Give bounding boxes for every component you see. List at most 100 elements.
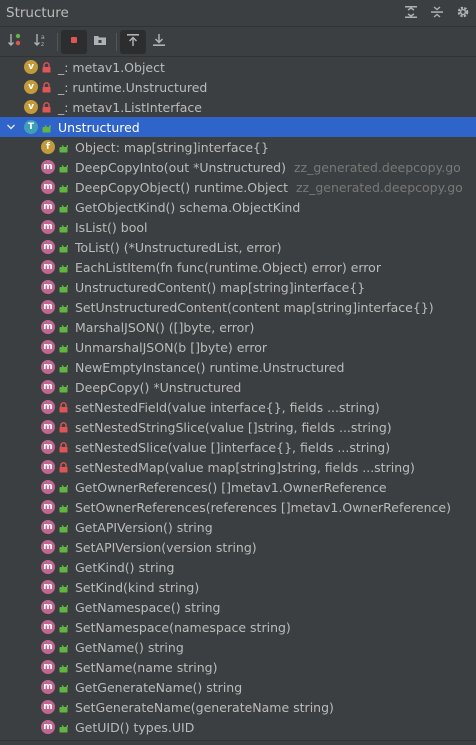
- tree-item-label: SetNamespace(namespace string): [75, 619, 291, 635]
- tree-item[interactable]: v _: metav1.ListInterface: [0, 97, 476, 117]
- tree-item[interactable]: m GetNamespace() string: [0, 597, 476, 617]
- tree-item[interactable]: m DeepCopyObject() runtime.Object zz_gener…: [0, 177, 476, 197]
- tree-item-label: setNestedField(value interface{}, fields…: [75, 399, 380, 415]
- tree-item-label: SetKind(kind string): [75, 579, 200, 595]
- tree-item-location: zz_generated.deepcopy.go: [296, 179, 463, 195]
- tree-item-label: setNestedSlice(value []interface{}, fiel…: [75, 439, 391, 455]
- tree-item-label: setNestedMap(value map[string]string, fi…: [75, 459, 415, 475]
- tree-item[interactable]: m UnmarshalJSON(b []byte) error: [0, 337, 476, 357]
- svg-text:a: a: [41, 34, 45, 41]
- autoscroll-to-source-icon: [125, 32, 141, 51]
- tree-item-label: GetUID() types.UID: [75, 719, 195, 735]
- tree-item[interactable]: m setNestedStringSlice(value []string, fi…: [0, 417, 476, 437]
- collapse-all-icon: [430, 5, 444, 22]
- panel-title: Structure: [6, 5, 69, 21]
- public-unlock-icon: [58, 681, 68, 693]
- public-unlock-icon: [58, 241, 68, 253]
- svg-text:z: z: [41, 41, 44, 48]
- tree-item[interactable]: m SetAPIVersion(version string): [0, 537, 476, 557]
- tree-item[interactable]: m SetUnstructuredContent(content map[stri…: [0, 297, 476, 317]
- public-unlock-icon: [58, 161, 68, 173]
- private-lock-icon: [58, 441, 68, 453]
- tree-item[interactable]: m MarshalJSON() ([]byte, error): [0, 317, 476, 337]
- tree-item[interactable]: m GetName() string: [0, 637, 476, 657]
- tree-item[interactable]: v _: runtime.Unstructured: [0, 77, 476, 97]
- tree-item[interactable]: f Object: map[string]interface{}: [0, 137, 476, 157]
- tree-item-label: EachListItem(fn func(runtime.Object) err…: [75, 259, 381, 275]
- tree-item[interactable]: m UnstructuredContent() map[string]interf…: [0, 277, 476, 297]
- tree-item-label: SetAPIVersion(version string): [75, 539, 257, 555]
- private-lock-icon: [58, 461, 68, 473]
- method-icon: m: [41, 440, 55, 454]
- tree-item[interactable]: m SetName(name string): [0, 657, 476, 677]
- method-icon: m: [41, 280, 55, 294]
- method-icon: m: [41, 620, 55, 634]
- tree-item[interactable]: m GetGenerateName() string: [0, 677, 476, 697]
- tree-item[interactable]: m SetOwnerReferences(references []metav1.…: [0, 497, 476, 517]
- tree-item-label: _: metav1.ListInterface: [58, 99, 203, 115]
- autoscroll-to-source-toggle[interactable]: [120, 29, 146, 54]
- show-inherited-toggle[interactable]: [87, 30, 113, 54]
- method-icon: m: [41, 220, 55, 234]
- tree-item[interactable]: m setNestedSlice(value []interface{}, fie…: [0, 437, 476, 457]
- method-icon: m: [41, 540, 55, 554]
- method-icon: m: [41, 460, 55, 474]
- structure-panel-header: Structure: [0, 0, 476, 27]
- tree-item[interactable]: m SetGenerateName(generateName string): [0, 697, 476, 717]
- tree-item[interactable]: m IsList() bool: [0, 217, 476, 237]
- tree-item-label: GetNamespace() string: [75, 599, 221, 615]
- public-unlock-icon: [58, 321, 68, 333]
- tree-item[interactable]: m SetKind(kind string): [0, 577, 476, 597]
- public-unlock-icon: [58, 701, 68, 713]
- public-unlock-icon: [58, 721, 68, 733]
- autoscroll-from-source-toggle[interactable]: [146, 30, 172, 54]
- tree-item[interactable]: m GetOwnerReferences() []metav1.OwnerRefe…: [0, 477, 476, 497]
- show-fields-icon: [66, 32, 82, 51]
- tree-item[interactable]: m NewEmptyInstance() runtime.Unstructured: [0, 357, 476, 377]
- collapse-all-button[interactable]: [424, 0, 450, 27]
- tree-item[interactable]: m GetAPIVersion() string: [0, 517, 476, 537]
- sort-by-visibility-toggle[interactable]: [2, 30, 28, 54]
- public-unlock-icon: [58, 621, 68, 633]
- chevron-down-icon[interactable]: [4, 119, 18, 135]
- public-unlock-icon: [58, 561, 68, 573]
- public-unlock-icon: [58, 281, 68, 293]
- tree-item-label: IsList() bool: [75, 219, 148, 235]
- tree-item[interactable]: m setNestedMap(value map[string]string, f…: [0, 457, 476, 477]
- tree-item-label: DeepCopyInto(out *Unstructured): [75, 159, 286, 175]
- tree-item-label: GetGenerateName() string: [75, 679, 243, 695]
- tree-item-label: SetOwnerReferences(references []metav1.O…: [75, 499, 451, 515]
- structure-tree[interactable]: v _: metav1.Object v _: runtime.Unstructure…: [0, 57, 476, 737]
- tree-item[interactable]: m EachListItem(fn func(runtime.Object) er…: [0, 257, 476, 277]
- panel-header-tools: [398, 0, 476, 27]
- tree-item[interactable]: m ToList() (*UnstructuredList, error): [0, 237, 476, 257]
- tree-item[interactable]: m DeepCopyInto(out *Unstructured) zz_gener…: [0, 157, 476, 177]
- tree-item-label: UnstructuredContent() map[string]interfa…: [75, 279, 366, 295]
- show-fields-toggle[interactable]: [61, 29, 87, 54]
- tree-item[interactable]: v _: metav1.Object: [0, 57, 476, 77]
- tree-item[interactable]: m GetObjectKind() schema.ObjectKind: [0, 197, 476, 217]
- method-icon: m: [41, 180, 55, 194]
- sort-by-visibility-icon: [7, 32, 23, 51]
- expand-all-button[interactable]: [398, 0, 424, 27]
- tree-item[interactable]: m DeepCopy() *Unstructured: [0, 377, 476, 397]
- tree-item[interactable]: m GetKind() string: [0, 557, 476, 577]
- var-icon: v: [24, 60, 38, 74]
- gear-button[interactable]: [450, 0, 476, 27]
- tree-item[interactable]: m GetUID() types.UID: [0, 717, 476, 737]
- tree-item[interactable]: m setNestedField(value interface{}, field…: [0, 397, 476, 417]
- tree-item-label: Object: map[string]interface{}: [75, 139, 269, 155]
- method-icon: m: [41, 480, 55, 494]
- method-icon: m: [41, 360, 55, 374]
- public-unlock-icon: [58, 581, 68, 593]
- tree-item[interactable]: m SetNamespace(namespace string): [0, 617, 476, 637]
- method-icon: m: [41, 340, 55, 354]
- sort-alphabetically-toggle[interactable]: az: [28, 30, 54, 54]
- method-icon: m: [41, 160, 55, 174]
- sort-alphabetically-icon: az: [33, 32, 49, 51]
- type-icon: T: [24, 120, 38, 134]
- public-unlock-icon: [58, 221, 68, 233]
- tree-item[interactable]: T Unstructured: [0, 117, 476, 137]
- method-icon: m: [41, 200, 55, 214]
- method-icon: m: [41, 660, 55, 674]
